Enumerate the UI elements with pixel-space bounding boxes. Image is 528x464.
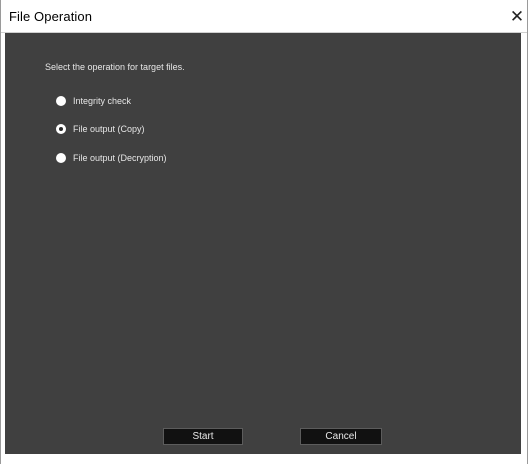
radio-label: File output (Copy)	[73, 124, 145, 134]
start-button[interactable]: Start	[163, 428, 243, 445]
radio-file-output-decryption[interactable]: File output (Decryption)	[56, 151, 167, 165]
window-title: File Operation	[9, 9, 93, 24]
radio-label: File output (Decryption)	[73, 153, 167, 163]
window-bottom-border	[1, 454, 527, 464]
radio-label: Integrity check	[73, 96, 132, 106]
radio-file-output-copy[interactable]: File output (Copy)	[56, 122, 145, 136]
radio-button-icon[interactable]	[56, 153, 66, 163]
radio-integrity-check[interactable]: Integrity check	[56, 94, 131, 108]
close-icon[interactable]: ✕	[507, 6, 527, 28]
file-operation-window: File Operation ✕ Select the operation fo…	[0, 0, 528, 464]
cancel-button[interactable]: Cancel	[300, 428, 382, 445]
operation-prompt: Select the operation for target files.	[45, 62, 185, 72]
dialog-body: Select the operation for target files. I…	[5, 33, 521, 454]
title-bar: File Operation ✕	[1, 0, 527, 33]
radio-button-selected-icon[interactable]	[56, 124, 66, 134]
radio-button-icon[interactable]	[56, 96, 66, 106]
